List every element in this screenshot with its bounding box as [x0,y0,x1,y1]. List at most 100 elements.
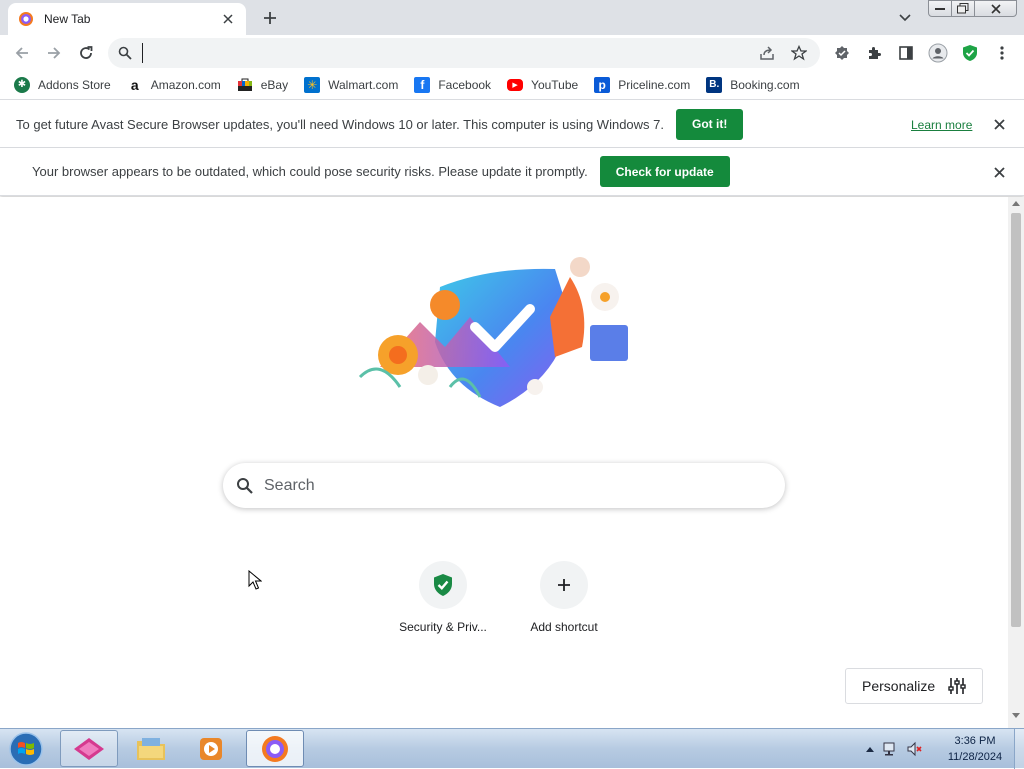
start-button[interactable] [5,731,47,767]
ebay-icon [237,77,253,93]
tab-new-tab[interactable]: New Tab [8,3,246,35]
avast-browser-icon [262,735,288,762]
avast-shield-icon[interactable] [957,40,983,66]
extension-badge-icon[interactable] [829,40,855,66]
taskbar-app-avast-browser[interactable] [246,730,304,767]
bookmark-label: Walmart.com [328,77,399,92]
bookmark-booking[interactable]: B. Booking.com [702,73,803,97]
bookmark-label: Amazon.com [150,77,221,92]
priceline-icon: p [594,76,611,93]
new-tab-button[interactable] [258,6,282,30]
share-icon[interactable] [756,42,778,64]
scroll-up-arrow-icon[interactable] [1008,200,1024,210]
window-restore-button[interactable] [951,0,975,17]
profile-avatar-icon[interactable] [925,40,951,66]
address-input[interactable] [142,43,756,63]
shortcut-icon-circle [419,561,467,609]
facebook-icon: f [414,76,431,93]
taskbar-app-kite[interactable] [60,730,118,767]
bookmark-label: YouTube [531,77,579,92]
outdated-infobar: Your browser appears to be outdated, whi… [0,148,1024,196]
newtab-search-input[interactable] [264,470,785,501]
bookmark-label: Facebook [438,77,492,92]
mouse-cursor-icon [248,569,263,593]
clock-date: 11/28/2024 [947,751,1003,763]
reload-button[interactable] [73,40,99,66]
infobar-close-icon[interactable] [990,163,1008,181]
address-bar[interactable] [108,38,820,68]
volume-muted-icon[interactable] [906,741,922,757]
new-tab-page: Security & Priv... Add shortcut Personal… [0,197,1008,728]
forward-arrow-icon [48,47,61,59]
personalize-label: Personalize [862,678,936,694]
page-scrollbar[interactable] [1008,197,1024,728]
shortcut-label: Security & Priv... [399,620,487,634]
extensions-puzzle-icon[interactable] [861,40,887,66]
amazon-icon: a [130,76,139,93]
newtab-search-box[interactable] [223,463,785,508]
tab-strip: New Tab [0,0,1024,35]
learn-more-link[interactable]: Learn more [911,118,972,132]
bookmark-label: Addons Store [38,77,111,92]
bookmark-addons-store[interactable]: ✱ Addons Store [10,73,115,97]
show-desktop-button[interactable] [1014,729,1024,769]
scrollbar-thumb[interactable] [1011,213,1021,627]
infobar-message: Your browser appears to be outdated, whi… [32,164,588,179]
taskbar-app-media-player[interactable] [182,730,240,767]
shortcut-add[interactable]: Add shortcut [508,561,620,641]
booking-icon: B. [706,76,723,93]
tab-search-chevron-icon[interactable] [893,6,917,30]
avast-browser-icon [18,11,34,27]
reload-icon [80,46,93,59]
shortcut-security-privacy[interactable]: Security & Priv... [387,561,499,641]
windows-logo-icon [9,732,43,766]
tray-expand-arrow-icon[interactable] [866,746,874,752]
search-icon [118,44,136,62]
window-minimize-button[interactable] [928,0,952,17]
walmart-icon: ✳ [304,76,321,93]
bookmark-walmart[interactable]: ✳ Walmart.com [300,73,402,97]
youtube-icon: ▶ [507,78,524,91]
bookmarks-bar: ✱ Addons Store a Amazon.com eBay ✳ Walma… [0,70,1024,100]
side-panel-icon[interactable] [893,40,919,66]
network-icon[interactable] [882,741,898,757]
window-close-button[interactable] [974,0,1017,17]
taskbar-clock[interactable]: 3:36 PM 11/28/2024 [940,733,1010,765]
bookmark-priceline[interactable]: p Priceline.com [590,73,694,97]
sliders-icon [947,676,967,696]
bookmark-youtube[interactable]: ▶ YouTube [503,73,582,97]
personalize-button[interactable]: Personalize [845,668,983,704]
bookmark-ebay[interactable]: eBay [233,73,292,97]
bookmark-label: eBay [260,77,289,92]
taskbar-app-explorer[interactable] [122,730,180,767]
bookmark-label: Booking.com [730,77,800,92]
bookmark-amazon[interactable]: a Amazon.com [123,73,225,97]
scroll-down-arrow-icon[interactable] [1008,713,1024,723]
got-it-button[interactable]: Got it! [676,108,744,140]
infobar-message: To get future Avast Secure Browser updat… [16,116,664,132]
tab-close-icon[interactable] [220,11,236,27]
shortcut-label: Add shortcut [530,620,598,634]
pink-app-icon [74,737,104,760]
tab-title: New Tab [44,12,91,26]
menu-kebab-icon[interactable] [989,40,1015,66]
clock-time: 3:36 PM [954,735,996,747]
addons-store-icon: ✱ [14,76,30,93]
forward-button[interactable] [41,40,67,66]
bookmark-label: Priceline.com [618,77,691,92]
back-arrow-icon [15,47,28,59]
bookmark-star-icon[interactable] [788,42,810,64]
security-illustration [340,247,640,417]
plus-icon [558,579,570,591]
folder-icon [137,737,165,760]
windows-taskbar: 3:36 PM 11/28/2024 [0,728,1024,769]
browser-toolbar [0,35,1024,70]
bookmark-facebook[interactable]: f Facebook [410,73,495,97]
search-icon [236,476,256,496]
back-button[interactable] [9,40,35,66]
shield-check-icon [434,574,452,596]
infobar-close-icon[interactable] [990,115,1008,133]
windows7-infobar: To get future Avast Secure Browser updat… [0,101,1024,148]
check-for-update-button[interactable]: Check for update [599,156,730,187]
media-player-icon [200,737,222,760]
